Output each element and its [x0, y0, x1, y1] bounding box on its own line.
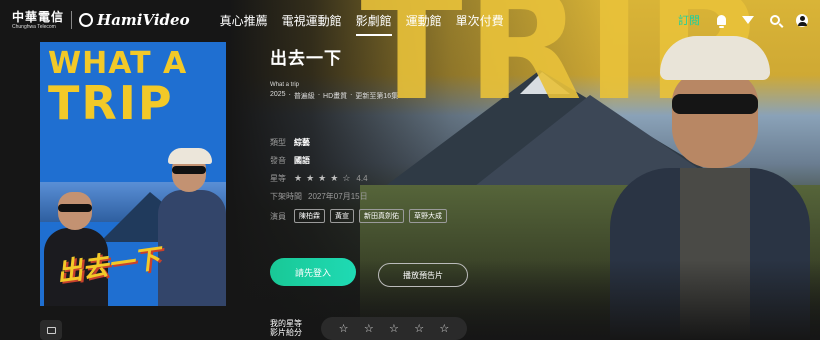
- cht-logo: 中華電信 Chunghwa Telecom: [12, 11, 64, 30]
- genre-row: 類型 綜藝: [270, 133, 570, 151]
- cast-row: 演員 陳柏霖 黃宣 新田真劍佑 草野大成: [270, 205, 570, 227]
- nav-item-sports[interactable]: 運動館: [406, 8, 442, 33]
- expire-label: 下架時間: [270, 191, 302, 201]
- play-trailer-button[interactable]: 播放預告片: [378, 263, 468, 287]
- show-info: 類型 綜藝 發音 國語 星等 ★ ★ ★ ★ ☆ 4.4 下架時間 2027年0…: [270, 133, 570, 227]
- main-nav: 真心推薦 電視運動館 影劇館 運動館 單次付費: [220, 8, 504, 36]
- star-icon: ★: [330, 172, 339, 183]
- login-button[interactable]: 請先登入: [270, 258, 356, 286]
- search-icon[interactable]: [769, 14, 781, 26]
- nav-item-tv-sports[interactable]: 電視運動館: [282, 8, 342, 33]
- brand-logo[interactable]: 中華電信 Chunghwa Telecom HamiVideo: [12, 8, 190, 32]
- nav-item-drama[interactable]: 影劇館: [355, 8, 392, 36]
- top-navigation-bar: 中華電信 Chunghwa Telecom HamiVideo 真心推薦 電視運…: [0, 0, 820, 40]
- cast-chip[interactable]: 陳柏霖: [294, 209, 325, 223]
- hero-person-face: [672, 72, 758, 168]
- language-value: 國語: [294, 155, 310, 165]
- brand-divider: [71, 11, 73, 29]
- star-icon: ★: [306, 172, 315, 183]
- my-rating-label-line1: 我的星等: [270, 319, 302, 328]
- avatar-icon: [796, 13, 808, 27]
- language-label: 發音: [270, 155, 286, 165]
- rate-star-icon[interactable]: ☆: [414, 322, 424, 335]
- cast-chip[interactable]: 草野大成: [409, 209, 447, 223]
- show-english-title: What a trip: [270, 82, 300, 88]
- bell-icon: [716, 15, 726, 28]
- poster-person-left-sunglasses: [58, 204, 92, 212]
- my-rating-label-line2: 影片給分: [270, 328, 302, 337]
- hami-video-logo-text: HamiVideo: [97, 11, 190, 29]
- cht-logo-text: 中華電信: [12, 9, 65, 24]
- poster-person-right-hat: [168, 148, 212, 164]
- star-icon: ★: [294, 172, 303, 183]
- show-episodes: 更新至第16集: [355, 93, 399, 100]
- magnifier-icon: [770, 15, 780, 25]
- star-rating: ★ ★ ★ ★ ☆ 4.4: [294, 173, 368, 184]
- nav-actions: 訂閱: [678, 12, 808, 28]
- cast-chip[interactable]: 新田真劍佑: [359, 209, 404, 223]
- hero-person-hat: [660, 36, 770, 80]
- show-rating-class: 普遍級: [293, 93, 315, 100]
- poster-person-right: [158, 148, 226, 306]
- filter-icon[interactable]: [742, 14, 754, 26]
- meta-separator: ‧: [317, 92, 321, 99]
- notification-bell-icon[interactable]: [715, 14, 727, 28]
- rate-star-icon[interactable]: ☆: [364, 322, 374, 335]
- hero-person-sunglasses: [672, 94, 758, 114]
- meta-separator: ‧: [350, 92, 353, 99]
- expire-row: 下架時間 2027年07月15日: [270, 187, 570, 205]
- genre-label: 類型: [270, 137, 286, 147]
- show-year: 2025: [270, 91, 286, 98]
- rate-star-icon[interactable]: ☆: [389, 322, 399, 335]
- genre-value: 綜藝: [294, 137, 310, 147]
- rate-star-icon[interactable]: ☆: [339, 322, 349, 335]
- show-meta: 2025 ‧ 普遍級 ‧ HD畫質 ‧ 更新至第16集: [270, 91, 550, 101]
- show-quality: HD畫質: [323, 93, 348, 100]
- expire-value: 2027年07月15日: [308, 191, 368, 201]
- user-account-icon[interactable]: [796, 13, 808, 27]
- funnel-icon: [742, 16, 754, 24]
- my-rating-label: 我的星等 影片給分: [270, 319, 302, 337]
- star-score: 4.4: [356, 173, 368, 183]
- star-outline-icon: ☆: [342, 172, 351, 183]
- poster-title-line2: TRIP: [48, 76, 174, 130]
- subscribe-link[interactable]: 訂閱: [678, 12, 700, 28]
- cast-screen-icon: [46, 326, 56, 334]
- cast-screen-button[interactable]: [40, 320, 62, 340]
- poster-title: WHAT A TRIP: [48, 48, 218, 130]
- nav-item-pay-per-view[interactable]: 單次付費: [456, 8, 504, 33]
- star-icon: ★: [318, 172, 327, 183]
- rate-star-icon[interactable]: ☆: [439, 322, 449, 335]
- show-title: 出去一下: [270, 49, 342, 68]
- meta-separator: ‧: [288, 92, 291, 99]
- my-rating-stars: ☆ ☆ ☆ ☆ ☆: [321, 317, 467, 340]
- show-header: 出去一下 What a trip 2025 ‧ 普遍級 ‧ HD畫質 ‧ 更新至…: [270, 44, 550, 101]
- show-poster: WHAT A TRIP 出去一下: [40, 42, 226, 306]
- cast-label: 演員: [270, 211, 286, 221]
- nav-item-recommended[interactable]: 真心推薦: [220, 8, 268, 33]
- cast-chip[interactable]: 黃宣: [330, 209, 354, 223]
- cast-list: 陳柏霖 黃宣 新田真劍佑 草野大成: [294, 209, 447, 223]
- hami-logo-icon: [79, 13, 94, 27]
- cht-logo-subtext: Chunghwa Telecom: [12, 23, 56, 30]
- language-row: 發音 國語: [270, 151, 570, 169]
- stars-label: 星等: [270, 173, 286, 183]
- poster-person-right-sunglasses: [172, 166, 206, 174]
- stars-row: 星等 ★ ★ ★ ★ ☆ 4.4: [270, 169, 570, 187]
